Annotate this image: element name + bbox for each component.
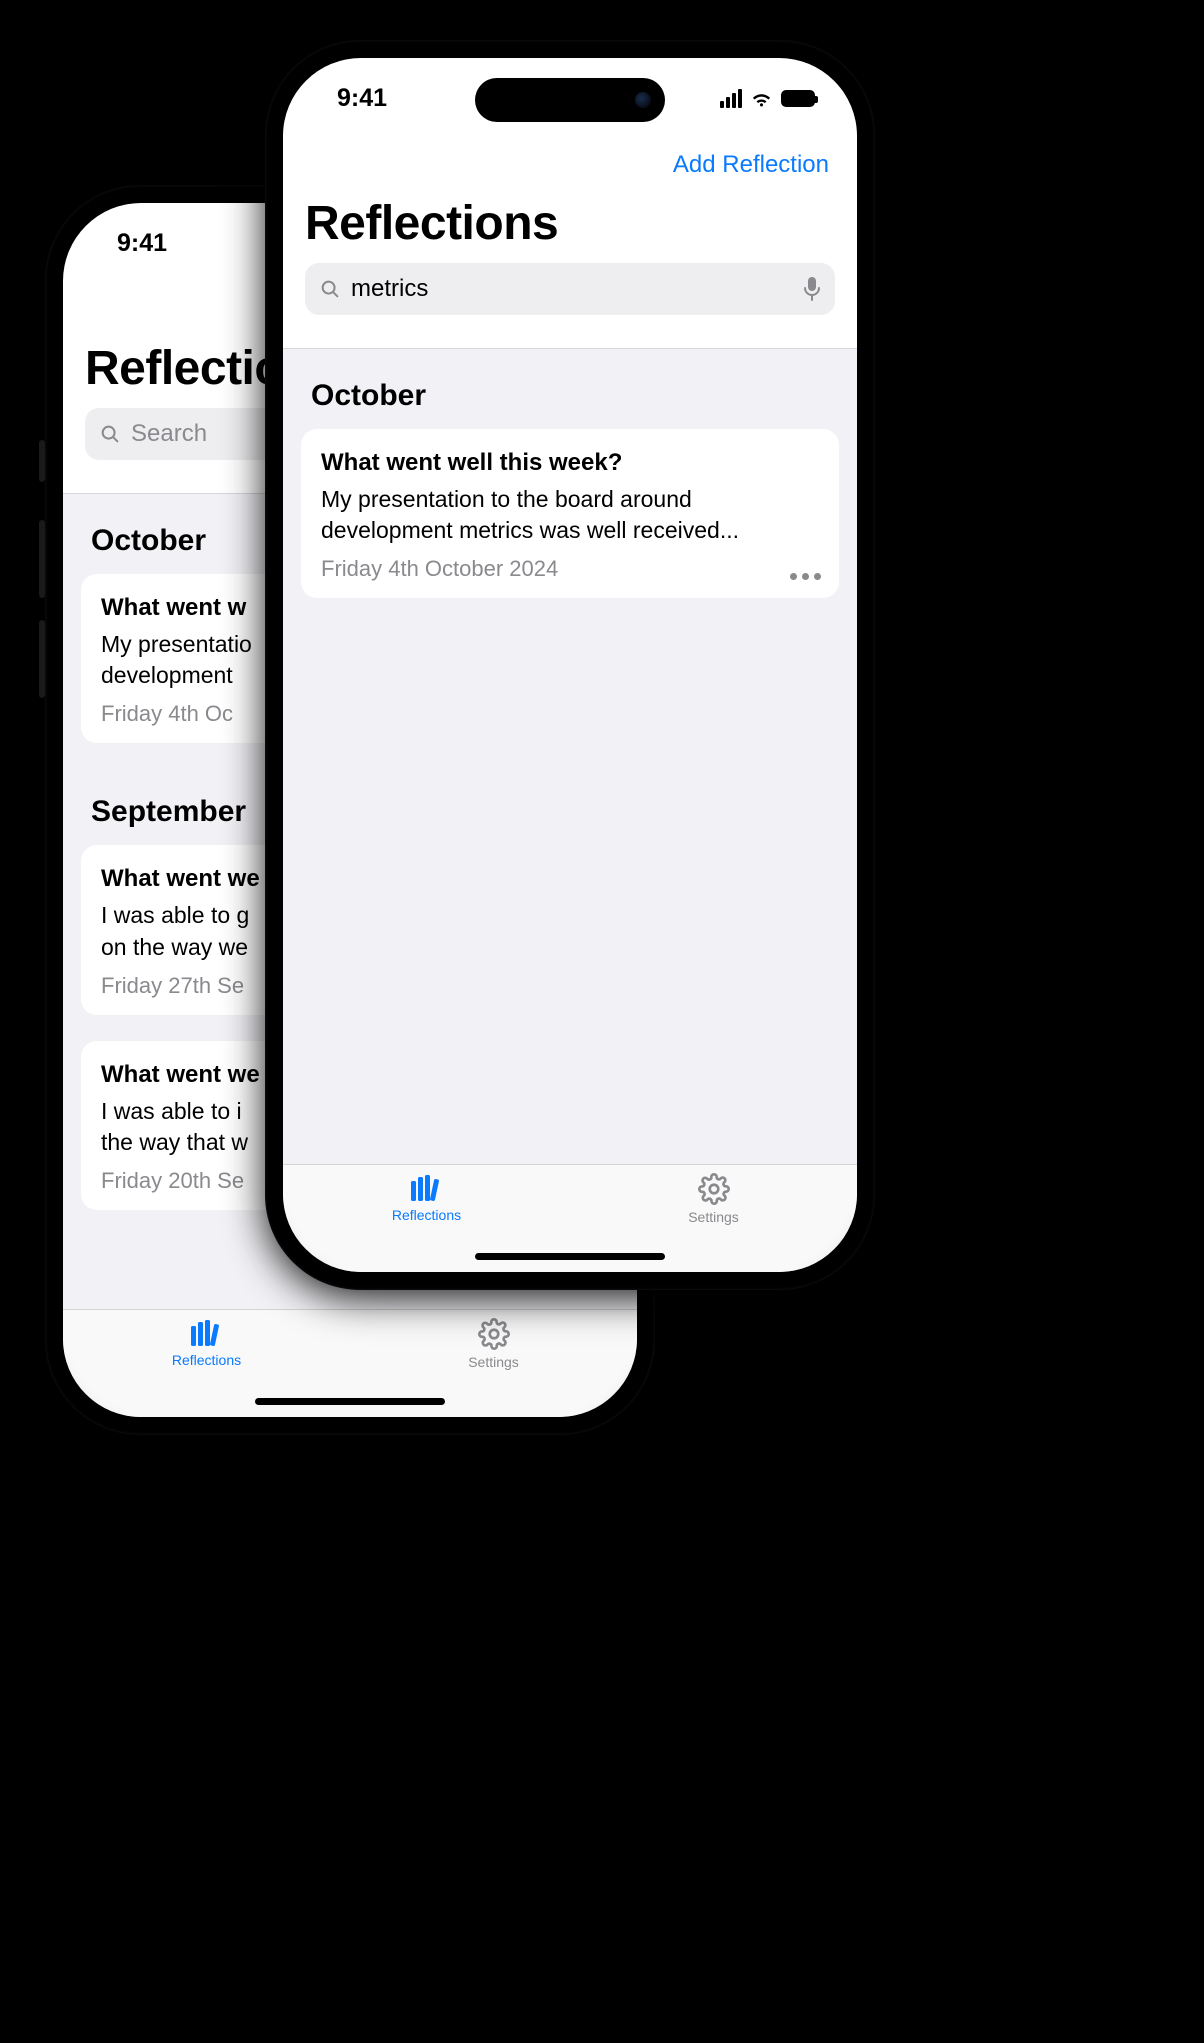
gear-icon (698, 1173, 730, 1205)
gear-icon (478, 1318, 510, 1350)
status-time: 9:41 (337, 84, 387, 113)
tab-label: Reflections (392, 1207, 461, 1223)
phone-front: 9:41 Add Reflection Reflections (265, 40, 875, 1290)
tab-label: Reflections (172, 1352, 241, 1368)
home-indicator[interactable] (475, 1253, 665, 1260)
dynamic-island (475, 78, 665, 122)
page-title: Reflections (283, 192, 857, 263)
section-header-october: October (301, 353, 839, 429)
tab-label: Settings (468, 1354, 519, 1370)
reflections-list: October What went well this week? My pre… (283, 349, 857, 1164)
reflection-question: What went well this week? (321, 447, 819, 478)
library-icon (187, 1318, 227, 1348)
microphone-icon[interactable] (803, 276, 821, 302)
wifi-icon (750, 90, 773, 107)
search-icon (319, 278, 341, 300)
volume-up-button (39, 520, 45, 598)
library-icon (407, 1173, 447, 1203)
battery-icon (781, 90, 815, 107)
reflection-date: Friday 4th October 2024 (321, 556, 819, 582)
cellular-icon (720, 89, 742, 108)
more-icon[interactable] (790, 573, 821, 580)
reflection-body: My presentation to the board around deve… (321, 484, 819, 546)
search-icon (99, 423, 121, 445)
tab-label: Settings (688, 1209, 739, 1225)
side-button (39, 440, 45, 482)
camera-icon (635, 92, 651, 108)
status-time: 9:41 (117, 229, 167, 258)
reflection-card[interactable]: What went well this week? My presentatio… (301, 429, 839, 598)
volume-down-button (39, 620, 45, 698)
search-field[interactable] (305, 263, 835, 315)
search-input[interactable] (351, 275, 793, 303)
nav-bar: Add Reflection (283, 138, 857, 192)
add-reflection-button[interactable]: Add Reflection (673, 151, 829, 179)
home-indicator[interactable] (255, 1398, 445, 1405)
